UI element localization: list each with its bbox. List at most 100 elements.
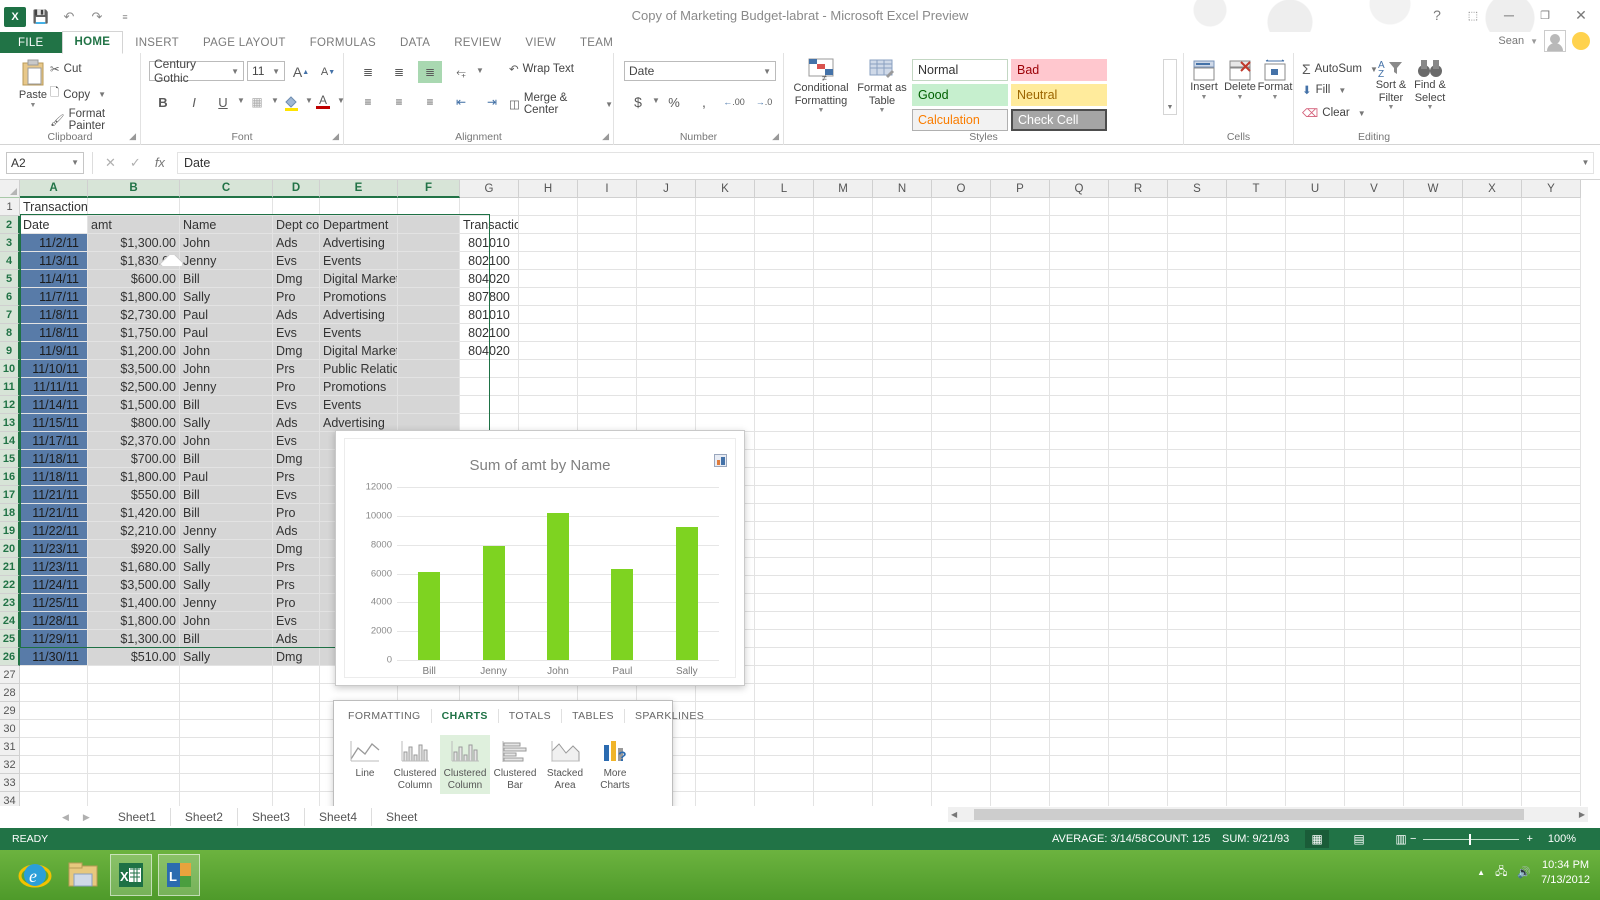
grid-cell[interactable] — [1463, 450, 1522, 468]
grid-cell[interactable] — [873, 288, 932, 306]
qa-tab-formatting[interactable]: FORMATTING — [338, 709, 432, 723]
grid-cell[interactable] — [1522, 414, 1581, 432]
comma-format-button[interactable]: , — [692, 91, 716, 113]
row-header-21[interactable]: 21 — [0, 558, 20, 576]
cell-department[interactable]: Advertising — [320, 306, 398, 324]
cell-name[interactable]: Sally — [180, 558, 273, 576]
qa-chart-item-3[interactable]: ClusteredBar — [490, 735, 540, 794]
cancel-formula-icon[interactable]: ✕ — [105, 155, 116, 171]
grid-cell[interactable] — [1404, 432, 1463, 450]
column-header-u[interactable]: U — [1286, 180, 1345, 198]
grid-cell[interactable] — [1050, 468, 1109, 486]
grid-cell[interactable] — [1050, 396, 1109, 414]
grid-cell[interactable] — [20, 756, 88, 774]
grid-cell[interactable] — [755, 576, 814, 594]
grid-cell[interactable] — [991, 378, 1050, 396]
grid-cell[interactable] — [273, 774, 320, 792]
clear-chevron-down-icon[interactable]: ▼ — [1354, 109, 1366, 118]
cell-date[interactable]: 11/18/11 — [20, 468, 88, 486]
grid-cell[interactable] — [814, 378, 873, 396]
tab-formulas[interactable]: FORMULAS — [298, 33, 388, 54]
grid-cell[interactable] — [873, 576, 932, 594]
grid-cell[interactable] — [1463, 288, 1522, 306]
grid-cell[interactable] — [1404, 738, 1463, 756]
grid-cell[interactable] — [20, 738, 88, 756]
grid-cell[interactable] — [1463, 702, 1522, 720]
grid-cell[interactable] — [273, 720, 320, 738]
row-header-9[interactable]: 9 — [0, 342, 20, 360]
grid-cell[interactable] — [1463, 306, 1522, 324]
cell-amt[interactable]: $1,300.00 — [88, 630, 180, 648]
grid-cell[interactable] — [1522, 432, 1581, 450]
grid-cell[interactable] — [873, 252, 932, 270]
decrease-decimal-button[interactable]: →.0 — [752, 91, 776, 113]
file-explorer-icon[interactable] — [62, 854, 104, 896]
clock[interactable]: 10:34 PM 7/13/2012 — [1541, 858, 1590, 888]
cell-name[interactable]: Bill — [180, 486, 273, 504]
grid-cell[interactable] — [696, 360, 755, 378]
grid-cell[interactable] — [637, 396, 696, 414]
grid-cell[interactable] — [1345, 216, 1404, 234]
grid-cell[interactable] — [519, 378, 578, 396]
decrease-font-size-button[interactable]: A▼ — [316, 61, 340, 83]
grid-cell[interactable] — [814, 684, 873, 702]
grid-cell[interactable] — [814, 774, 873, 792]
grid-cell[interactable] — [932, 468, 991, 486]
previous-sheet-icon[interactable]: ◀ — [62, 812, 69, 823]
cell-name[interactable]: Jenny — [180, 378, 273, 396]
cell-date[interactable]: 11/23/11 — [20, 558, 88, 576]
grid-cell[interactable] — [814, 198, 873, 216]
grid-cell[interactable] — [991, 198, 1050, 216]
grid-cell[interactable] — [578, 324, 637, 342]
grid-cell[interactable] — [1522, 216, 1581, 234]
grid-cell[interactable] — [1463, 396, 1522, 414]
grid-cell[interactable] — [755, 702, 814, 720]
cell-header-date[interactable]: Date — [20, 216, 88, 234]
grid-cell[interactable] — [1168, 540, 1227, 558]
increase-decimal-button[interactable]: ←.00 — [722, 91, 746, 113]
grid-cell[interactable] — [1286, 522, 1345, 540]
grid-cell[interactable] — [1345, 252, 1404, 270]
grid-cell[interactable] — [1404, 522, 1463, 540]
grid-cell[interactable] — [1345, 594, 1404, 612]
grid-cell[interactable] — [398, 216, 460, 234]
cell-amt[interactable]: $1,800.00 — [88, 468, 180, 486]
grid-cell[interactable] — [1463, 576, 1522, 594]
grid-cell[interactable] — [755, 666, 814, 684]
grid-cell[interactable] — [873, 666, 932, 684]
align-center-button[interactable]: ≡ — [387, 91, 411, 113]
cell-amt[interactable]: $2,500.00 — [88, 378, 180, 396]
cell-header-name[interactable]: Name — [180, 216, 273, 234]
grid-cell[interactable] — [519, 234, 578, 252]
grid-cell[interactable] — [1404, 360, 1463, 378]
grid-cell[interactable] — [1404, 306, 1463, 324]
cell-amt[interactable]: $1,300.00 — [88, 234, 180, 252]
tab-insert[interactable]: INSERT — [123, 33, 191, 54]
grid-cell[interactable] — [1286, 594, 1345, 612]
cut-button[interactable]: ✂ Cut — [50, 62, 82, 76]
grid-cell[interactable] — [1345, 540, 1404, 558]
grid-cell[interactable] — [88, 198, 180, 216]
grid-cell[interactable] — [696, 396, 755, 414]
horizontal-scroll-thumb[interactable] — [974, 809, 1524, 820]
grid-cell[interactable] — [932, 666, 991, 684]
cell-dept-code[interactable]: Evs — [273, 252, 320, 270]
grid-cell[interactable] — [755, 360, 814, 378]
grid-cell[interactable] — [1345, 432, 1404, 450]
clear-button[interactable]: ⌫ Clear ▼ — [1302, 106, 1366, 120]
grid-cell[interactable] — [1286, 216, 1345, 234]
align-left-button[interactable]: ≡ — [356, 91, 380, 113]
grid-cell[interactable] — [1522, 630, 1581, 648]
grid-cell[interactable] — [1109, 522, 1168, 540]
grid-cell[interactable] — [578, 306, 637, 324]
grid-cell[interactable] — [398, 342, 460, 360]
cell-amt[interactable]: $2,370.00 — [88, 432, 180, 450]
grid-cell[interactable] — [398, 270, 460, 288]
grid-cell[interactable] — [755, 486, 814, 504]
grid-cell[interactable] — [991, 360, 1050, 378]
grid-cell[interactable] — [873, 540, 932, 558]
cell-header-amt[interactable]: amt — [88, 216, 180, 234]
grid-cell[interactable] — [1345, 234, 1404, 252]
grid-cell[interactable] — [991, 252, 1050, 270]
grid-cell[interactable] — [1168, 666, 1227, 684]
